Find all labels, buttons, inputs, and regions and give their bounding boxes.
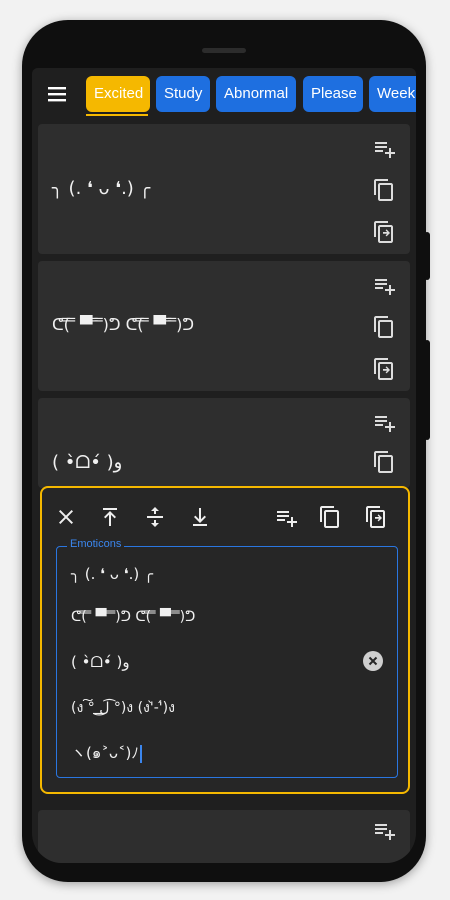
- send-to-editor-icon[interactable]: [372, 357, 396, 381]
- save-icon[interactable]: [364, 505, 388, 529]
- category-tabs: Excited Study Abnormal Please Week: [84, 76, 416, 116]
- tab-week[interactable]: Week: [369, 76, 416, 112]
- menu-icon[interactable]: [46, 85, 68, 103]
- textarea-last-line: ヽ(๑˃ᴗ˂)ﾉ: [71, 741, 142, 765]
- move-to-bottom-icon[interactable]: [188, 505, 212, 529]
- textarea-line: ( •̀ᗝ•́ )و: [71, 653, 130, 671]
- tab-study[interactable]: Study: [156, 76, 210, 112]
- tab-please[interactable]: Please: [303, 76, 363, 112]
- textarea-line: (ง ͠° ͟ل͜ ͡°)ง (ง'̀-'́)ง: [71, 700, 175, 716]
- field-label: Emoticons: [67, 538, 125, 550]
- emoticon-editor: Emoticons ╮ (. ❛ ᴗ ❛.) ╭ ᕦ(̿ ̿ ▀̿ ̿ ̿)ᕤ …: [40, 486, 410, 794]
- emoticon-card[interactable]: ( •̀ᗝ•́ )و: [38, 398, 410, 488]
- move-to-top-icon[interactable]: [98, 505, 122, 529]
- add-to-list-icon[interactable]: [372, 818, 396, 842]
- textarea-line: ╮ (. ❛ ᴗ ❛.) ╭: [71, 565, 153, 583]
- textarea-line: ヽ(๑˃ᴗ˂)ﾉ: [71, 744, 139, 762]
- add-to-list-icon[interactable]: [372, 410, 396, 434]
- copy-icon[interactable]: [318, 505, 342, 529]
- tab-abnormal[interactable]: Abnormal: [216, 76, 296, 112]
- emoticon-card[interactable]: [38, 810, 410, 863]
- emoticon-text: ╮ (. ❛ ᴗ ❛.) ╭: [52, 178, 151, 199]
- emoticon-card[interactable]: ╮ (. ❛ ᴗ ❛.) ╭: [38, 124, 410, 254]
- text-cursor: [139, 744, 142, 763]
- tab-excited[interactable]: Excited: [86, 76, 150, 112]
- emoticon-card[interactable]: ᕦ(̿ ̿ ▀̿ ̿ ̿)ᕤ ᕦ(̿ ̿ ▀̿ ̿ ̿)ᕤ: [38, 261, 410, 391]
- clear-icon[interactable]: [363, 651, 383, 671]
- top-bar: Excited Study Abnormal Please Week: [32, 68, 416, 120]
- copy-icon[interactable]: [372, 315, 396, 339]
- emoticon-text: ( •̀ᗝ•́ )و: [52, 452, 123, 473]
- textarea-line: ᕦ(̿ ̿ ▀̿ ̿ ̿)ᕤ ᕦ(̿ ̿ ▀̿ ̿ ̿)ᕤ: [71, 609, 196, 625]
- app-screen: Excited Study Abnormal Please Week ╮ (. …: [32, 68, 416, 863]
- close-icon[interactable]: [54, 505, 78, 529]
- phone-power-button: [424, 232, 430, 280]
- emoticons-textarea[interactable]: Emoticons ╮ (. ❛ ᴗ ❛.) ╭ ᕦ(̿ ̿ ▀̿ ̿ ̿)ᕤ …: [56, 538, 398, 778]
- emoticon-text: ᕦ(̿ ̿ ▀̿ ̿ ̿)ᕤ ᕦ(̿ ̿ ▀̿ ̿ ̿)ᕤ: [52, 315, 195, 334]
- phone-volume-button: [424, 340, 430, 440]
- split-icon[interactable]: [143, 505, 167, 529]
- send-to-editor-icon[interactable]: [372, 220, 396, 244]
- active-tab-indicator: [86, 114, 148, 116]
- phone-speaker: [202, 48, 246, 53]
- add-to-list-icon[interactable]: [274, 505, 298, 529]
- copy-icon[interactable]: [372, 450, 396, 474]
- add-to-list-icon[interactable]: [372, 273, 396, 297]
- add-to-list-icon[interactable]: [372, 136, 396, 160]
- copy-icon[interactable]: [372, 178, 396, 202]
